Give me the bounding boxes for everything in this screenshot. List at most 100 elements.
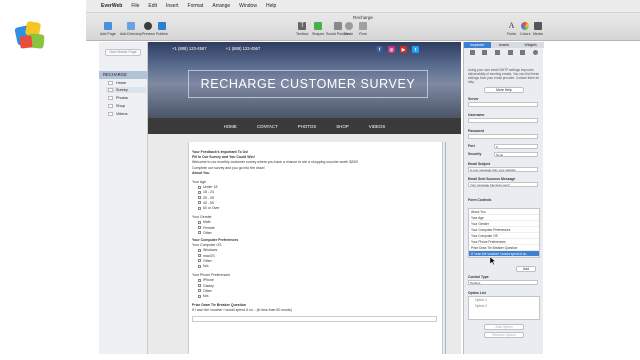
twitter-icon[interactable]: t (412, 46, 419, 53)
tie-breaker-textarea[interactable] (192, 315, 437, 322)
menu-app[interactable]: EverWeb (101, 3, 122, 9)
menu-insert[interactable]: Insert (166, 3, 179, 9)
circle-icon (344, 22, 353, 30)
checkbox-icon[interactable] (198, 254, 201, 258)
remove-option-button[interactable]: Remove Option (484, 332, 524, 338)
radio-icon[interactable] (198, 185, 201, 189)
add-control-button[interactable]: Add (516, 266, 536, 272)
fonts-label: Fonts (507, 32, 516, 36)
tab-assets[interactable]: Assets (491, 42, 518, 48)
add-page-button[interactable]: Add Page (100, 22, 116, 36)
gear-icon[interactable] (533, 50, 539, 55)
shapes-button[interactable]: Shapes (312, 22, 324, 36)
publish-button[interactable]: Publish (156, 22, 168, 36)
menu-arrange[interactable]: Arrange (212, 3, 230, 9)
page-icon (108, 104, 113, 108)
nav-photos[interactable]: PHOTOS (298, 124, 316, 129)
menu-format[interactable]: Format (188, 3, 204, 9)
page-item-survey[interactable]: Survey (106, 87, 146, 93)
facebook-icon[interactable]: f (376, 46, 383, 53)
phone-numbers: +1 (888) 123-4567 +1 (888) 123-4567 (172, 46, 278, 51)
page-item-shop[interactable]: Shop (106, 103, 146, 109)
nav-shop[interactable]: SHOP (336, 124, 348, 129)
page-label: Shop (116, 104, 125, 108)
youtube-icon[interactable]: ▶ (400, 46, 407, 53)
option-item[interactable]: Option 2 (469, 303, 539, 309)
checkbox-icon[interactable] (198, 279, 201, 283)
phone-number-2: +1 (888) 123-4567 (225, 46, 261, 51)
port-input[interactable]: 0 (494, 144, 538, 149)
site-root[interactable]: RECHARGE (99, 71, 148, 79)
radio-icon[interactable] (198, 191, 201, 194)
gender-option[interactable]: Other (192, 231, 439, 236)
nav-contact[interactable]: CONTACT (257, 124, 278, 129)
tab-widgets[interactable]: Widgets (517, 42, 544, 48)
circle-button[interactable]: Circle (344, 22, 353, 36)
menu-window[interactable]: Window (239, 3, 257, 9)
option-list-label: Option List (468, 291, 486, 295)
page-item-home[interactable]: Home (106, 80, 146, 86)
nav-bar: HOME CONTACT PHOTOS SHOP VIDEOS (148, 118, 461, 134)
radio-icon[interactable] (198, 231, 201, 235)
eye-icon (144, 22, 153, 30)
layout-icon[interactable] (482, 50, 488, 55)
radio-icon[interactable] (198, 226, 201, 230)
page-title[interactable]: RECHARGE CUSTOMER SURVEY (188, 70, 428, 98)
nav-videos[interactable]: VIDEOS (369, 124, 386, 129)
control-type-select[interactable]: Textbox (468, 280, 538, 285)
checkbox-icon[interactable] (198, 259, 201, 263)
instagram-icon[interactable]: ◎ (388, 46, 395, 53)
option-list[interactable]: Option 1 Option 2 (468, 296, 540, 320)
textbox-button[interactable]: T Textbox (296, 22, 308, 36)
checkbox-icon[interactable] (198, 294, 201, 298)
survey-form[interactable]: Your Feedback's Important To Us! Fill In… (188, 142, 443, 354)
email-sent-input[interactable]: Your message has been sent! (468, 182, 538, 187)
page-icon (108, 88, 113, 92)
password-input[interactable] (468, 134, 538, 139)
media-button[interactable]: Media (533, 22, 543, 36)
form-controls-list[interactable]: About You Your Age Your Gender Your Comp… (468, 208, 540, 258)
media-label: Media (533, 32, 543, 36)
link-icon[interactable] (507, 50, 513, 55)
radio-icon[interactable] (198, 201, 201, 205)
form-control-item-selected[interactable]: If I won the voucher I would spend it on… (469, 251, 539, 257)
document-icon[interactable] (469, 50, 475, 55)
fonts-button[interactable]: A Fonts (507, 22, 516, 37)
add-option-button[interactable]: Add Option (484, 324, 524, 330)
menu-help[interactable]: Help (266, 3, 276, 9)
page-item-videos[interactable]: Videos (106, 111, 146, 117)
page-item-photos[interactable]: Photos (106, 95, 146, 101)
menu-file[interactable]: File (131, 3, 139, 9)
email-subject-label: Email Subject (468, 162, 491, 166)
new-master-page-button[interactable]: New Master Page (105, 49, 141, 56)
upload-icon (157, 22, 166, 30)
colors-button[interactable]: Colors (520, 22, 530, 36)
flow-button[interactable]: Flow (359, 22, 367, 36)
nav-home[interactable]: HOME (224, 124, 237, 129)
text-icon[interactable] (495, 50, 501, 55)
add-directory-button[interactable]: Add Directory (120, 22, 142, 36)
menu-edit[interactable]: Edit (148, 3, 157, 9)
page-canvas[interactable]: +1 (888) 123-4567 +1 (888) 123-4567 f ◎ … (148, 42, 461, 354)
radio-icon[interactable] (198, 206, 201, 210)
email-subject-input[interactable]: A new message from your website (468, 167, 538, 172)
checkbox-icon[interactable] (198, 249, 201, 253)
menu-bar: EverWeb File Edit Insert Format Arrange … (86, 0, 640, 13)
security-select[interactable]: None (494, 152, 538, 157)
checkbox-icon[interactable] (198, 289, 201, 293)
flow-label: Flow (359, 32, 367, 36)
more-help-button[interactable]: More Help (484, 87, 524, 93)
folder-icon (126, 22, 135, 30)
hero-banner[interactable]: +1 (888) 123-4567 +1 (888) 123-4567 f ◎ … (148, 42, 461, 118)
radio-icon[interactable] (198, 196, 201, 200)
checkbox-icon[interactable] (198, 284, 201, 288)
checkbox-icon[interactable] (198, 264, 201, 268)
username-input[interactable] (468, 118, 538, 123)
control-type-label: Control Type (468, 275, 489, 279)
preview-button[interactable]: Preview (142, 22, 155, 36)
tab-inspector[interactable]: Inspector (464, 42, 491, 48)
window-title: Recharge (353, 15, 373, 20)
server-input[interactable] (468, 102, 538, 107)
radio-icon[interactable] (198, 221, 201, 225)
ruler-icon[interactable] (520, 50, 526, 55)
